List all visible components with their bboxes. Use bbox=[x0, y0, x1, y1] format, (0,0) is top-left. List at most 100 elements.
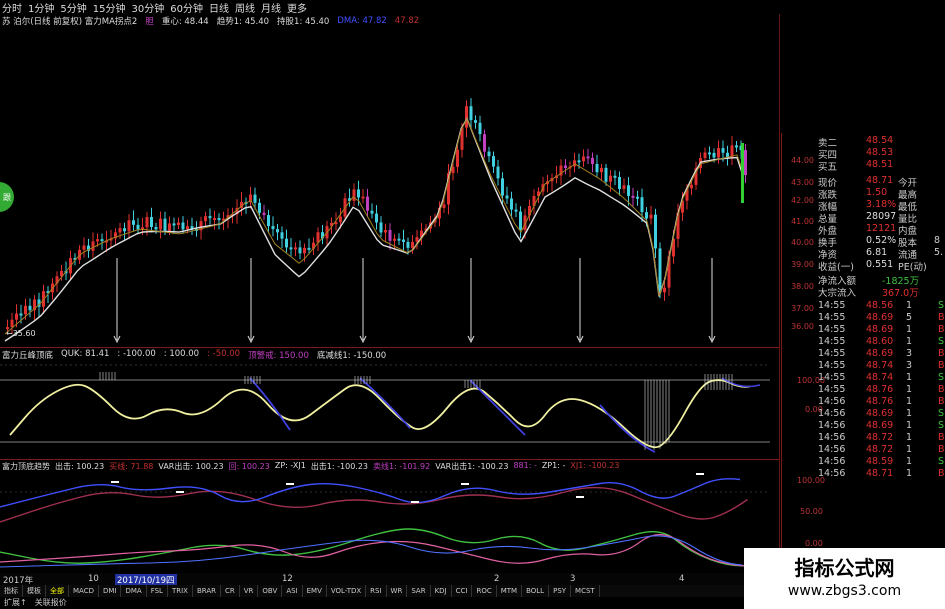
quote-panel: 卖二 48.54 买四 48.53 买五 48.51 现价 48.71 今开 涨跌 1.50 最高 涨幅… bbox=[781, 133, 945, 609]
candle-body bbox=[267, 215, 270, 226]
peak-trough-oscillator[interactable] bbox=[0, 360, 780, 458]
period-tab[interactable]: 5分钟 bbox=[58, 0, 90, 15]
tick-row: 14:55 48.74 1 S bbox=[782, 372, 945, 384]
panel2-c: VAR出击: 100.23 bbox=[158, 461, 223, 472]
indicator-tab[interactable]: PSY bbox=[549, 585, 571, 597]
indicator-tab[interactable]: WR bbox=[387, 585, 408, 597]
tick-time: 14:56 bbox=[818, 444, 845, 455]
candle-body bbox=[29, 306, 32, 310]
period-tab[interactable]: 1分钟 bbox=[26, 0, 58, 15]
tick-volume: 3 bbox=[906, 348, 912, 359]
date-label: 3 bbox=[570, 574, 575, 584]
date-label: 10 bbox=[88, 574, 99, 584]
candle-body bbox=[11, 320, 14, 327]
candle-body bbox=[299, 247, 302, 253]
quote-stat-row: 涨幅 3.18% 最低 bbox=[782, 199, 945, 211]
candle-body bbox=[632, 196, 635, 198]
tick-price: 48.69 bbox=[866, 420, 893, 431]
tick-time: 14:55 bbox=[818, 312, 845, 323]
indicator-tab[interactable]: BOLL bbox=[522, 585, 549, 597]
indicator-tab[interactable]: TRIX bbox=[168, 585, 193, 597]
order-book-row: 买四 48.53 bbox=[782, 147, 945, 159]
candle-body bbox=[564, 166, 567, 168]
trend-line-blue-2 bbox=[0, 536, 743, 567]
tick-volume: 1 bbox=[906, 468, 912, 479]
candle-body bbox=[308, 248, 311, 250]
period-tab[interactable]: 更多 bbox=[285, 0, 311, 15]
period-tab[interactable]: 月线 bbox=[259, 0, 285, 15]
indicator-tab[interactable]: CCI bbox=[452, 585, 473, 597]
candle-body bbox=[582, 156, 585, 161]
date-label: 12 bbox=[282, 574, 293, 584]
indicator-tab[interactable]: MCST bbox=[571, 585, 600, 597]
period-tab[interactable]: 15分钟 bbox=[91, 0, 130, 15]
indicator-tab[interactable]: 全部 bbox=[46, 585, 69, 597]
tick-volume: 1 bbox=[906, 432, 912, 443]
period-tab[interactable]: 周线 bbox=[233, 0, 259, 15]
tick-price: 48.76 bbox=[866, 396, 893, 407]
period-tab[interactable]: 日线 bbox=[207, 0, 233, 15]
candle-body bbox=[605, 168, 608, 182]
flow-label: 大宗流入 bbox=[818, 285, 856, 299]
candle-body bbox=[713, 153, 716, 158]
stat-value: 0.551 bbox=[866, 259, 893, 270]
candle-body bbox=[119, 228, 122, 232]
indicator-tab[interactable]: DMA bbox=[121, 585, 146, 597]
indicator-tab[interactable]: 指标 bbox=[0, 585, 23, 597]
candle-body bbox=[614, 176, 617, 178]
indicator-tab[interactable]: RSI bbox=[366, 585, 386, 597]
indicator-tab[interactable]: ROC bbox=[472, 585, 496, 597]
candle-body bbox=[168, 223, 171, 230]
indicator-tab[interactable]: MACD bbox=[69, 585, 99, 597]
candle-body bbox=[587, 156, 590, 158]
indicator-tab[interactable]: VR bbox=[240, 585, 259, 597]
panel2-e: ZP: -XJ1 bbox=[275, 461, 306, 472]
candle-body bbox=[663, 288, 666, 293]
period-tab[interactable]: 60分钟 bbox=[168, 0, 207, 15]
candle-body bbox=[659, 248, 662, 292]
candle-body bbox=[717, 148, 720, 157]
main-chart-info-bar: 苏 泊尔(日线 前复权) 富力MA拐点2 胆 重心: 48.44 趋势1: 45… bbox=[0, 14, 780, 28]
period-tab[interactable]: 分时 bbox=[0, 0, 26, 15]
indicator-tab[interactable]: BRAR bbox=[193, 585, 221, 597]
candle-body bbox=[155, 227, 158, 229]
panel2-a: 出击: 100.23 bbox=[55, 461, 104, 472]
order-book-row: 卖二 48.54 bbox=[782, 135, 945, 147]
indicator-tab[interactable]: EMV bbox=[303, 585, 327, 597]
watermark-logo: 指标公式网 www.zbgs3.com bbox=[744, 548, 945, 609]
indicator-tab[interactable]: DMI bbox=[99, 585, 122, 597]
candle-body bbox=[416, 237, 419, 242]
indicator-tab[interactable]: SAR bbox=[407, 585, 430, 597]
indicator-tab[interactable]: ASI bbox=[282, 585, 302, 597]
stat-value: 1.50 bbox=[866, 187, 887, 198]
indicator-tab[interactable]: VOL-TDX bbox=[327, 585, 366, 597]
indicator-tab[interactable]: MTM bbox=[497, 585, 522, 597]
candle-body bbox=[465, 106, 468, 127]
footer-tab[interactable]: 关联报价 bbox=[31, 597, 71, 609]
tick-direction: B bbox=[938, 432, 945, 443]
tick-time: 14:56 bbox=[818, 468, 845, 479]
quote-stat-row: 换手 0.52% 股本 8 bbox=[782, 235, 945, 247]
candle-body bbox=[389, 230, 392, 241]
indicator-tab[interactable]: KDJ bbox=[431, 585, 452, 597]
tick-time: 14:56 bbox=[818, 408, 845, 419]
indicator-tab[interactable]: FSL bbox=[147, 585, 168, 597]
indicator-tab[interactable]: 模板 bbox=[23, 585, 46, 597]
footer-tab[interactable]: 扩展↑ bbox=[0, 597, 31, 609]
indicator-label-6: 47.82 bbox=[395, 16, 419, 26]
indicator-tab[interactable]: CR bbox=[221, 585, 240, 597]
indicator-tab[interactable]: OBV bbox=[258, 585, 282, 597]
tick-direction: B bbox=[938, 444, 945, 455]
trend-line-red bbox=[0, 488, 748, 522]
tick-time: 14:56 bbox=[818, 420, 845, 431]
tick-direction: S bbox=[938, 420, 944, 431]
indicator-label-4: 持股1: 45.40 bbox=[277, 15, 329, 27]
quote-stat-row: 总量 28097 量比 bbox=[782, 211, 945, 223]
tick-row: 14:55 48.56 1 S bbox=[782, 300, 945, 312]
quote-stat-row: 现价 48.71 今开 bbox=[782, 175, 945, 187]
trend-indicator-chart[interactable] bbox=[0, 472, 780, 572]
tick-volume: 1 bbox=[906, 384, 912, 395]
period-tab[interactable]: 30分钟 bbox=[129, 0, 168, 15]
symbol-label: 苏 泊尔(日线 前复权) 富力MA拐点2 bbox=[2, 15, 137, 27]
main-candlestick-chart[interactable] bbox=[0, 28, 780, 348]
